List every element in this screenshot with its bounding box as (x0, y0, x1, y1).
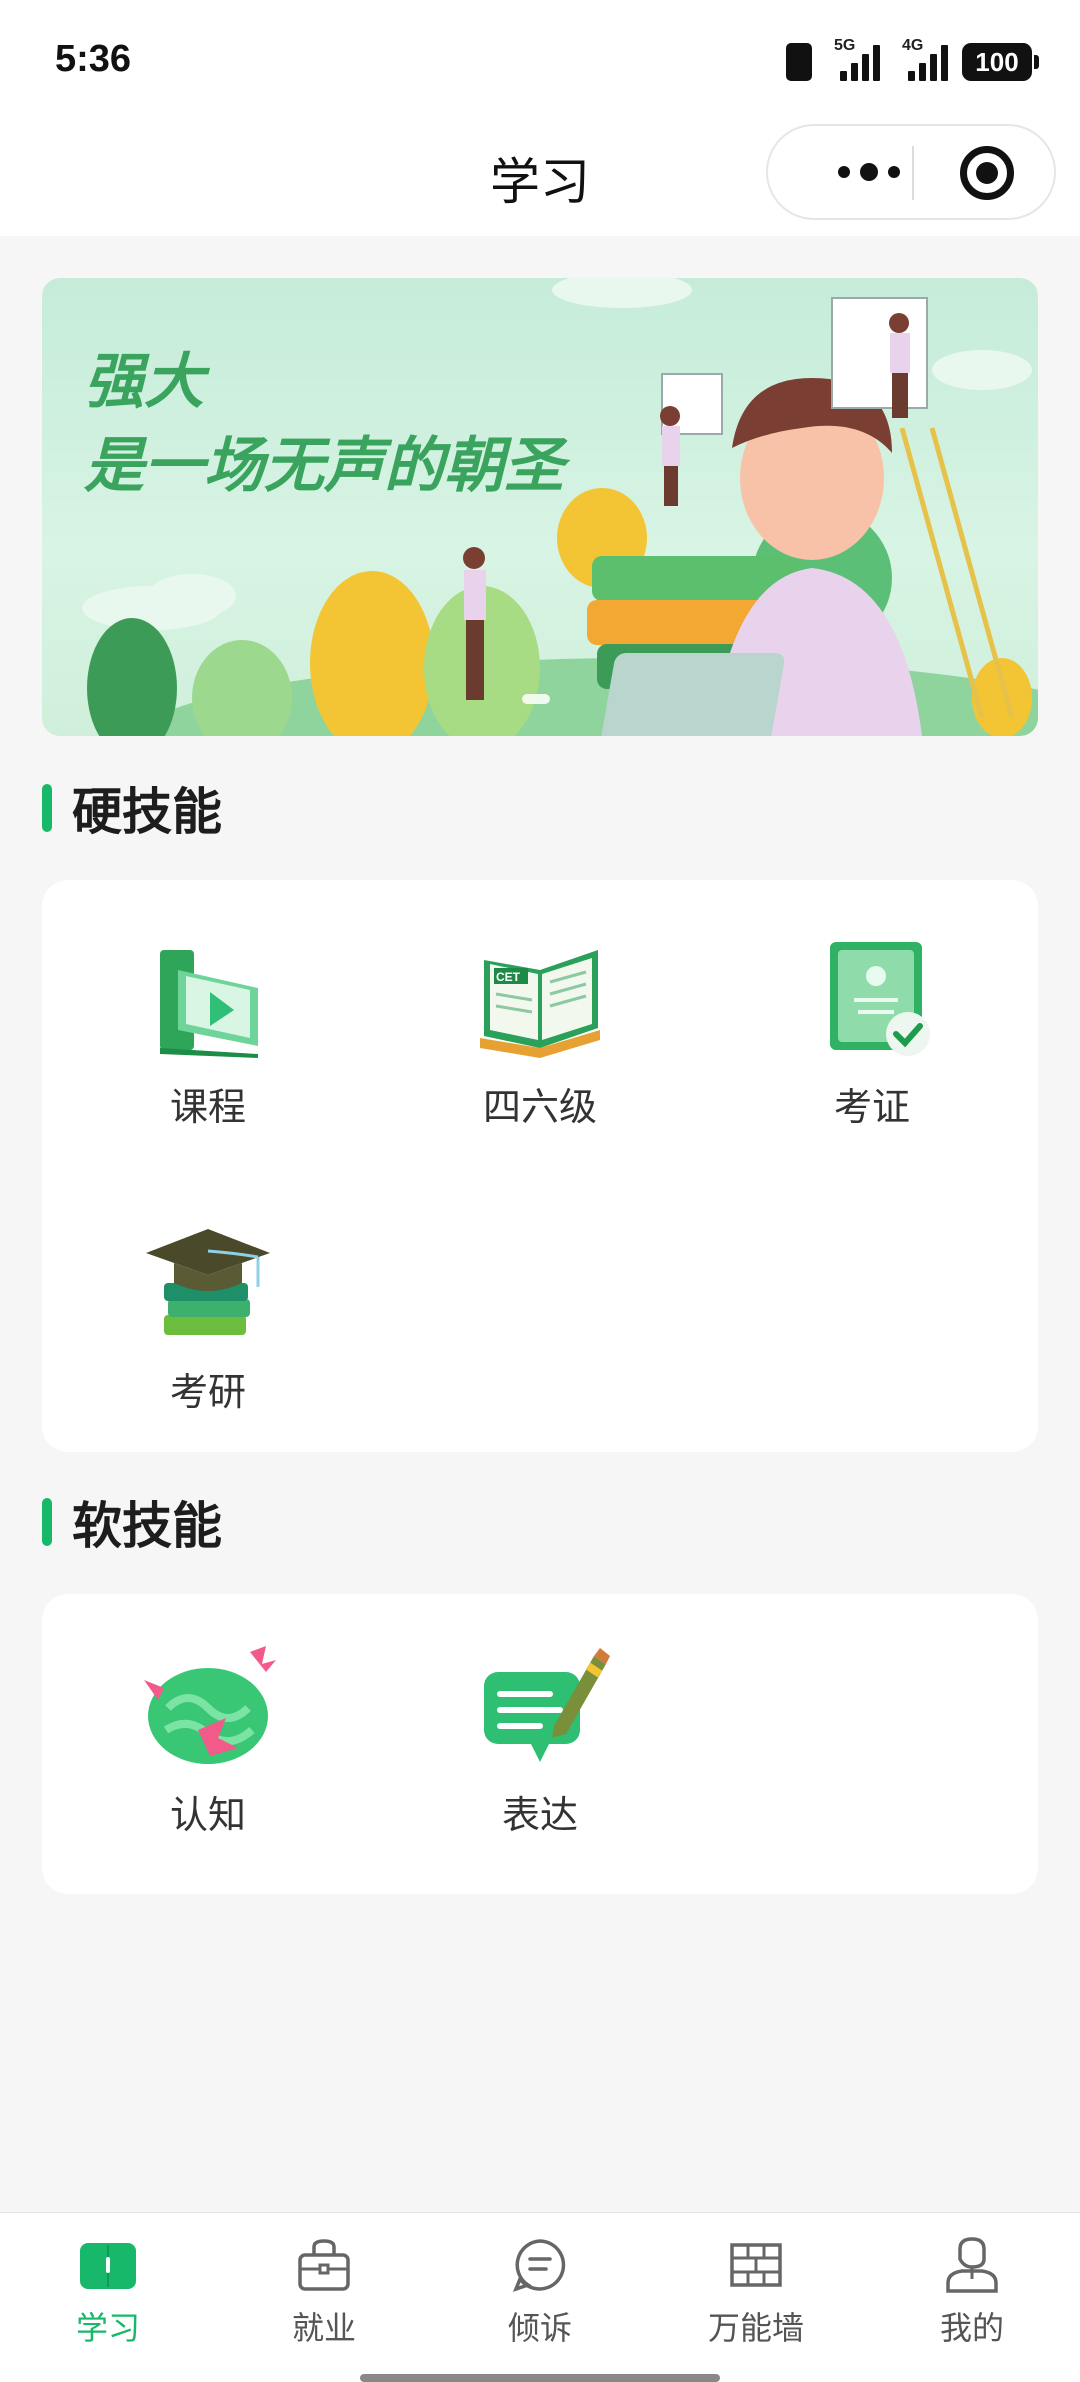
cet-book-icon: CET (470, 930, 610, 1070)
signal-4g-icon: 4G (902, 37, 948, 81)
grid-item-expression[interactable]: 表达 (374, 1638, 706, 1839)
tab-label: 倾诉 (507, 2309, 572, 2347)
home-indicator (360, 2374, 720, 2382)
tab-label: 我的 (939, 2309, 1004, 2347)
section-hard-skills: 硬技能 (42, 778, 222, 841)
signal-5g-icon: 5G (834, 37, 880, 81)
section-accent-bar (42, 1498, 52, 1546)
tab-label: 就业 (291, 2309, 356, 2347)
tab-jobs[interactable]: 就业 (216, 2235, 432, 2349)
network-4g-label: 4G (902, 37, 924, 54)
section-soft-skills: 软技能 (42, 1492, 222, 1555)
vibrate-icon (786, 43, 812, 81)
tab-wall[interactable]: 万能墙 (648, 2235, 864, 2349)
tab-mine[interactable]: 我的 (864, 2235, 1080, 2349)
grid-item-label: 考研 (169, 1370, 246, 1414)
status-time: 5:36 (55, 38, 132, 80)
tab-bar: 学习 就业 倾诉 万能墙 我的 (0, 2212, 1080, 2382)
tab-label: 万能墙 (707, 2309, 804, 2347)
battery-level: 100 (975, 46, 1019, 77)
close-target-icon[interactable] (960, 146, 1014, 200)
network-5g-label: 5G (834, 37, 856, 54)
grid-item-label: 认知 (169, 1793, 246, 1837)
user-icon (942, 2235, 1002, 2295)
graduation-cap-icon (138, 1215, 278, 1355)
grid-item-label: 表达 (501, 1793, 578, 1837)
certificate-icon (802, 930, 942, 1070)
tab-label: 学习 (75, 2309, 140, 2347)
grid-item-cet[interactable]: CET 四六级 (374, 930, 706, 1131)
status-icons: 5G 4G 100 (786, 37, 1039, 84)
book-play-icon (138, 930, 278, 1070)
mini-program-capsule (766, 124, 1056, 220)
capsule-divider (912, 146, 914, 200)
grid-item-course[interactable]: 课程 (42, 930, 374, 1131)
battery-icon: 100 (962, 43, 1039, 81)
briefcase-icon (294, 2235, 354, 2295)
brain-icon (138, 1638, 278, 1778)
nav-bar: 学习 (0, 120, 1080, 236)
banner[interactable]: 强大 是一场无声的朝圣 (42, 278, 1038, 736)
wall-icon (726, 2235, 786, 2295)
status-bar: 5:36 5G 4G 100 (0, 0, 1080, 120)
chat-bubble-icon (510, 2235, 570, 2295)
grid-item-label: 四六级 (482, 1085, 597, 1129)
banner-line-2: 是一场无声的朝圣 (84, 431, 564, 501)
svg-text:CET: CET (496, 970, 521, 984)
banner-line-1: 强大 (84, 347, 204, 417)
tab-study[interactable]: 学习 (0, 2235, 216, 2349)
grid-item-postgraduate[interactable]: 考研 (42, 1215, 374, 1416)
grid-item-cognition[interactable]: 认知 (42, 1638, 374, 1839)
section-title: 软技能 (72, 1497, 222, 1555)
banner-slogan: 强大 是一场无声的朝圣 (84, 340, 564, 508)
book-icon (78, 2235, 138, 2295)
chat-pencil-icon (470, 1638, 610, 1778)
section-title: 硬技能 (72, 783, 222, 841)
tab-confide[interactable]: 倾诉 (432, 2235, 648, 2349)
more-dots-icon[interactable] (804, 126, 934, 218)
grid-item-label: 课程 (169, 1085, 246, 1129)
section-accent-bar (42, 784, 52, 832)
hard-skills-card: 课程 CET 四六级 考证 考研 (42, 880, 1038, 1452)
soft-skills-card: 认知 表达 (42, 1594, 1038, 1894)
banner-indicator (522, 694, 550, 704)
grid-item-certificate[interactable]: 考证 (706, 930, 1038, 1131)
grid-item-label: 考证 (833, 1085, 910, 1129)
